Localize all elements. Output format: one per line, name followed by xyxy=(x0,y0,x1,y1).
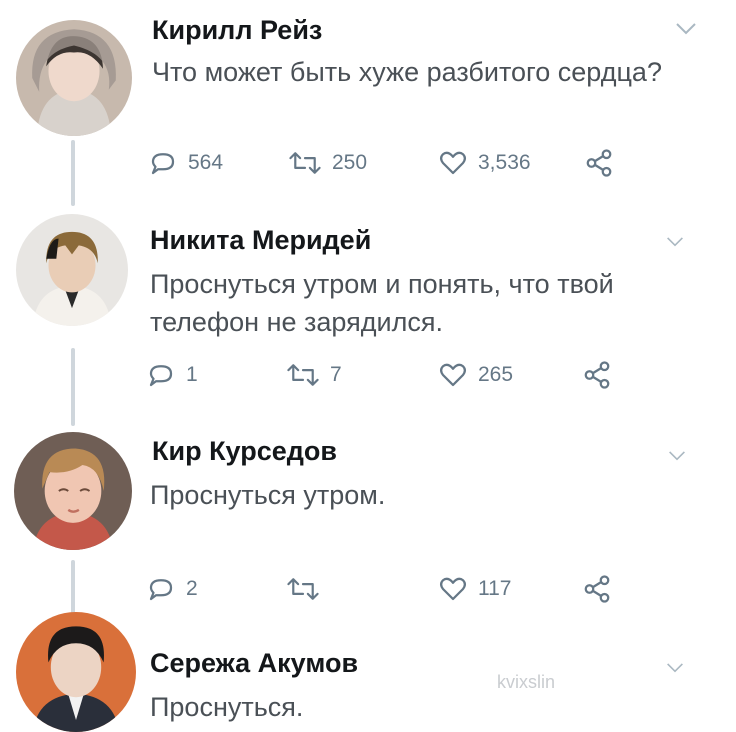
retweet-count: 250 xyxy=(332,151,368,174)
heart-icon xyxy=(440,151,466,175)
avatar[interactable] xyxy=(16,612,136,732)
tweet-thread: Кирилл Рейз Что может быть хуже разбитог… xyxy=(0,0,736,732)
tweet-text: Проснуться утром и понять, что твой теле… xyxy=(150,269,614,337)
share-button[interactable] xyxy=(582,358,622,392)
chevron-down-icon[interactable] xyxy=(675,22,697,36)
share-icon xyxy=(584,575,610,603)
like-button[interactable]: 265 xyxy=(438,358,513,392)
author-name[interactable]: Никита Меридей xyxy=(150,225,371,256)
like-button[interactable]: 3,536 xyxy=(438,146,531,180)
chevron-down-icon[interactable] xyxy=(666,662,684,674)
share-icon xyxy=(586,149,612,177)
reply-button[interactable]: 564 xyxy=(148,146,223,180)
reply-icon xyxy=(149,579,173,601)
tweet-text: Проснуться. xyxy=(150,692,304,722)
share-button[interactable] xyxy=(584,146,624,180)
retweet-button[interactable] xyxy=(286,572,330,606)
avatar[interactable] xyxy=(16,214,128,326)
heart-icon xyxy=(440,577,466,601)
tweet-text: Что может быть хуже разбитого сердца? xyxy=(152,57,662,87)
retweet-count: 7 xyxy=(330,363,342,386)
chevron-down-icon[interactable] xyxy=(666,236,684,248)
reply-icon xyxy=(149,365,173,387)
retweet-icon xyxy=(287,578,319,600)
author-name[interactable]: Сережа Акумов xyxy=(150,648,358,679)
share-icon xyxy=(584,361,610,389)
retweet-icon xyxy=(287,364,319,386)
watermark: kvixslin xyxy=(497,672,556,692)
retweet-icon xyxy=(289,152,321,174)
reply-icon xyxy=(151,153,175,175)
reply-count: 564 xyxy=(188,151,224,174)
tweet-actions: 564 250 3,536 xyxy=(148,146,668,180)
retweet-button[interactable]: 7 xyxy=(286,358,342,392)
tweet-actions: 1 7 265 xyxy=(146,358,666,392)
like-count: 3,536 xyxy=(478,151,531,174)
avatar[interactable] xyxy=(14,432,132,550)
thread-connector xyxy=(71,140,75,206)
reply-count: 2 xyxy=(186,577,198,600)
share-button[interactable] xyxy=(582,572,622,606)
avatar[interactable] xyxy=(16,20,132,136)
like-count: 117 xyxy=(478,577,512,600)
author-name[interactable]: Кирилл Рейз xyxy=(152,15,322,46)
heart-icon xyxy=(440,363,466,387)
chevron-down-icon[interactable] xyxy=(668,450,686,462)
tweet-text: Проснуться утром. xyxy=(150,480,386,510)
thread-connector xyxy=(71,348,75,426)
reply-count: 1 xyxy=(186,363,198,386)
like-count: 265 xyxy=(478,363,514,386)
reply-button[interactable]: 1 xyxy=(146,358,198,392)
author-name[interactable]: Кир Курседов xyxy=(152,436,337,467)
retweet-button[interactable]: 250 xyxy=(288,146,367,180)
reply-button[interactable]: 2 xyxy=(146,572,198,606)
like-button[interactable]: 117 xyxy=(438,572,511,606)
tweet-actions: 2 117 xyxy=(146,572,666,606)
